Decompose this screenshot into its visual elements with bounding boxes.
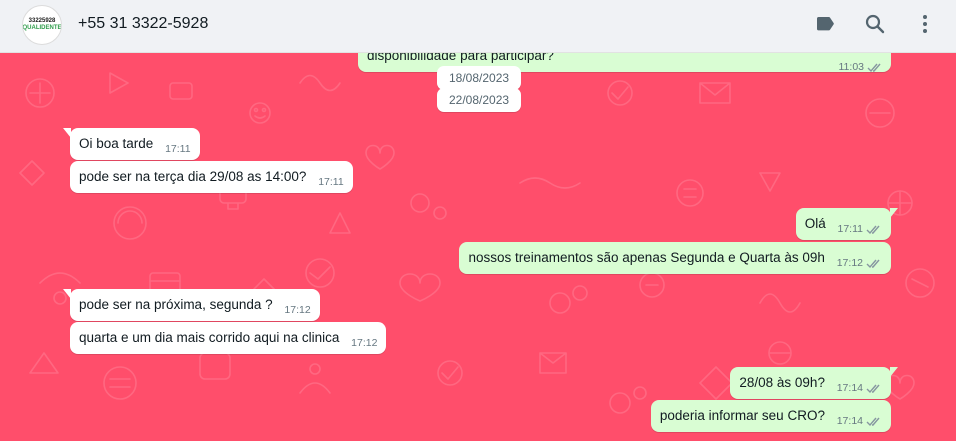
message-time: 17:14 [836,382,863,394]
date-pill: 22/08/2023 [437,88,522,112]
read-ticks-icon [866,258,882,269]
message-meta: 17:14 [837,412,882,430]
message-incoming[interactable]: pode ser na terça dia 29/08 as 14:00? 17… [70,161,353,193]
message-time: 17:11 [837,223,864,235]
message-text: pode ser na próxima, segunda ? [79,297,273,312]
date-pill: 18/08/2023 [437,66,522,90]
message-time: 17:12 [836,257,863,269]
message-outgoing[interactable]: Olá 17:11 [795,208,899,240]
avatar-line1: 33225928 [28,18,56,24]
message-incoming[interactable]: Oi boa tarde 17:11 [63,128,200,160]
read-ticks-icon [866,383,882,394]
message-time: 17:11 [165,143,191,155]
message-text: Olá [804,216,826,231]
message-meta: 17:14 [837,379,882,397]
menu-icon[interactable] [913,12,937,36]
message-text: quarta e um dia mais corrido aqui na cli… [79,330,340,345]
message-time: 17:12 [284,304,311,316]
message-outgoing[interactable]: 28/08 às 09h? 17:14 [730,367,898,399]
avatar[interactable]: 33225928 QUALIDENTE [22,5,62,45]
message-text: 28/08 às 09h? [739,375,825,390]
message-time: 17:14 [836,415,863,427]
message-text: pode ser na terça dia 29/08 as 14:00? [79,169,307,184]
message-meta: 17:12 [837,254,882,272]
message-time: 17:12 [351,337,378,349]
message-time: 11:03 [838,61,865,73]
avatar-line2: QUALIDENTE [22,25,62,31]
search-icon[interactable] [863,12,887,36]
message-text: Oi boa tarde [79,136,154,151]
message-time: 17:11 [318,176,344,188]
chat-header: 33225928 QUALIDENTE +55 31 3322-5928 [0,0,956,53]
message-incoming[interactable]: quarta e um dia mais corrido aqui na cli… [70,322,387,354]
contact-name[interactable]: +55 31 3322-5928 [78,15,208,33]
message-outgoing[interactable]: poderia informar seu CRO? 17:14 [650,400,891,432]
message-outgoing[interactable]: nossos treinamentos são apenas Segunda e… [459,242,891,274]
message-text: disponibilidade para participar? [367,53,554,63]
message-incoming[interactable]: pode ser na próxima, segunda ? 17:12 [63,289,320,321]
message-meta: 11:03 [839,58,884,76]
message-meta: 17:11 [838,220,883,238]
message-text: nossos treinamentos são apenas Segunda e… [468,250,825,265]
message-text: poderia informar seu CRO? [659,408,825,423]
label-icon[interactable] [813,12,837,36]
read-ticks-icon [866,416,882,427]
read-ticks-icon [867,62,883,73]
read-ticks-icon [866,224,882,235]
chat-area[interactable]: disponibilidade para participar? 11:03 1… [0,53,956,441]
